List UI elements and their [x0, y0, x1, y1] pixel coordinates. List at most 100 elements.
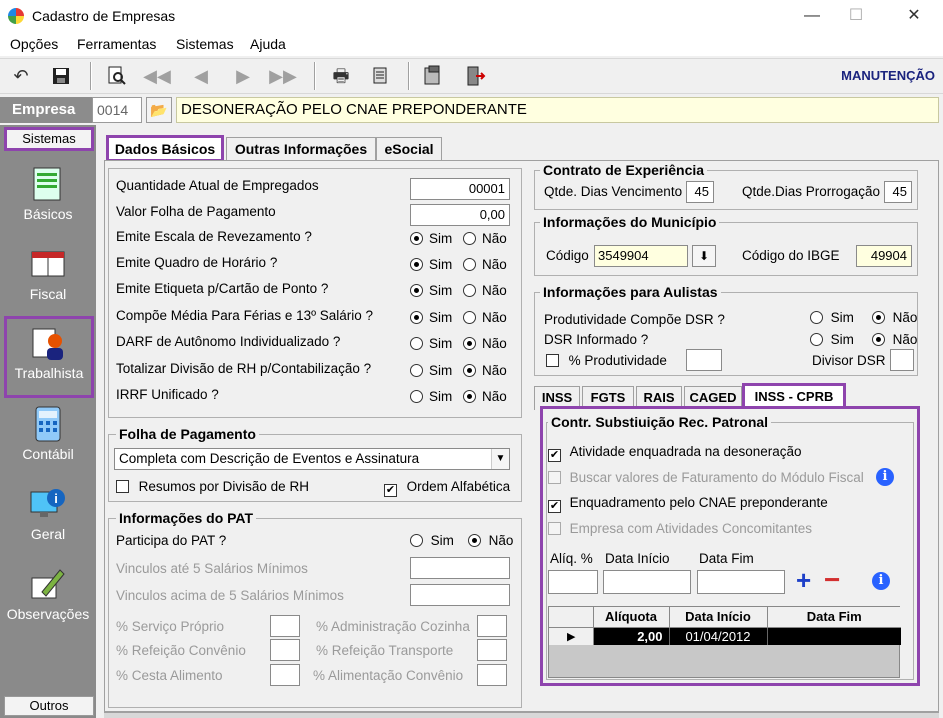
question-nao-radio[interactable]: Não: [463, 231, 507, 246]
preview-icon[interactable]: [102, 62, 132, 90]
save-icon[interactable]: [46, 62, 76, 90]
tab-esocial[interactable]: eSocial: [376, 137, 442, 161]
vinculos-ate-label: Vinculos até 5 Salários Mínimos: [116, 561, 308, 576]
next-record-icon[interactable]: ▶: [228, 62, 258, 90]
produtividade-sim-radio[interactable]: Sim: [810, 310, 854, 325]
radio-button: [410, 390, 423, 403]
divisor-dsr-input[interactable]: [890, 349, 914, 371]
pct-produtividade-input[interactable]: [686, 349, 722, 371]
pct-produtividade-checkbox[interactable]: % Produtividade: [546, 353, 667, 368]
folder-open-icon[interactable]: 📂: [146, 97, 172, 123]
sidebar-item-fiscal[interactable]: Fiscal: [0, 240, 96, 318]
sidebar-item-observacoes[interactable]: Observações: [0, 560, 96, 638]
opt-buscar-checkbox[interactable]: Buscar valores de Faturamento do Módulo …: [548, 470, 864, 485]
participa-sim-radio[interactable]: Sim: [410, 533, 454, 548]
radio-label: Não: [482, 257, 507, 272]
minimize-button[interactable]: —: [792, 4, 832, 28]
data-inicio-input[interactable]: [603, 570, 691, 594]
qtd-empregados-input[interactable]: 00001: [410, 178, 510, 200]
folha-select[interactable]: Completa com Descrição de Eventos e Assi…: [114, 448, 510, 470]
vinculos-acima-label: Vinculos acima de 5 Salários Mínimos: [116, 588, 344, 603]
prev-record-icon[interactable]: ◀: [186, 62, 216, 90]
cell-aliquota[interactable]: 2,00: [593, 627, 670, 645]
valor-folha-input[interactable]: 0,00: [410, 204, 510, 226]
sidebar-item-geral[interactable]: i Geral: [0, 480, 96, 558]
opt-concomitantes-checkbox[interactable]: Empresa com Atividades Concomitantes: [548, 521, 812, 536]
dsr-nao-radio[interactable]: Não: [872, 332, 917, 347]
ordem-alfabetica-checkbox[interactable]: ✔ Ordem Alfabética: [384, 479, 510, 497]
question-nao-radio[interactable]: Não: [463, 336, 507, 351]
stamp-icon[interactable]: [418, 62, 448, 90]
adm-cozinha-input[interactable]: [477, 615, 507, 637]
produtividade-nao-radio[interactable]: Não: [872, 310, 917, 325]
undo-icon[interactable]: ↶: [6, 62, 36, 90]
info-icon[interactable]: i: [876, 468, 894, 486]
question-nao-radio[interactable]: Não: [463, 310, 507, 325]
radio-button: [810, 311, 823, 324]
last-record-icon[interactable]: ▶▶: [268, 62, 298, 90]
checkbox-box: [548, 471, 561, 484]
cesta-input[interactable]: [270, 664, 300, 686]
opt-cnae-checkbox[interactable]: ✔ Enquadramento pelo CNAE preponderante: [548, 495, 828, 513]
servico-proprio-input[interactable]: [270, 615, 300, 637]
remove-icon[interactable]: −: [824, 566, 840, 594]
ibge-input[interactable]: 49904: [856, 245, 912, 267]
maximize-button[interactable]: ☐: [836, 4, 876, 28]
sidebar-item-trabalhista[interactable]: Trabalhista: [4, 316, 94, 398]
grid-header-data-inicio[interactable]: Data Início: [669, 607, 768, 628]
menu-ferramentas[interactable]: Ferramentas: [77, 36, 156, 52]
report-icon[interactable]: [366, 62, 396, 90]
tab-dados-basicos[interactable]: Dados Básicos: [106, 135, 224, 162]
grid-header-aliquota[interactable]: Alíquota: [593, 607, 670, 628]
close-button[interactable]: ✕: [894, 4, 934, 28]
opt-atividade-checkbox[interactable]: ✔ Atividade enquadrada na desoneração: [548, 444, 802, 462]
grid-header-data-fim[interactable]: Data Fim: [767, 607, 901, 628]
question-sim-radio[interactable]: Sim: [410, 363, 452, 378]
info-icon[interactable]: i: [872, 572, 890, 590]
codigo-input[interactable]: 3549904: [594, 245, 688, 267]
cell-data-inicio[interactable]: 01/04/2012: [669, 627, 768, 645]
sidebar-item-contabil[interactable]: Contábil: [0, 400, 96, 478]
download-arrow-icon[interactable]: ⬇: [692, 245, 716, 267]
question-sim-radio[interactable]: Sim: [410, 336, 452, 351]
venc-input[interactable]: 45: [686, 181, 714, 203]
question-nao-radio[interactable]: Não: [463, 363, 507, 378]
sidebar-item-basicos[interactable]: Básicos: [0, 160, 96, 238]
menu-ajuda[interactable]: Ajuda: [250, 36, 286, 52]
question-sim-radio[interactable]: Sim: [410, 231, 452, 246]
alim-convenio-input[interactable]: [477, 664, 507, 686]
sidebar-footer-outros[interactable]: Outros: [4, 696, 94, 716]
sidebar-header-sistemas[interactable]: Sistemas: [4, 127, 94, 151]
aliq-input[interactable]: [548, 570, 598, 594]
question-nao-radio[interactable]: Não: [463, 283, 507, 298]
menu-sistemas[interactable]: Sistemas: [176, 36, 234, 52]
question-nao-radio[interactable]: Não: [463, 257, 507, 272]
question-nao-radio[interactable]: Não: [463, 389, 507, 404]
add-icon[interactable]: +: [796, 566, 811, 594]
vinculos-acima-input[interactable]: [410, 584, 510, 606]
codigo-label: Código: [546, 248, 589, 263]
resumos-checkbox[interactable]: Resumos por Divisão de RH: [116, 479, 309, 494]
cell-data-fim[interactable]: [767, 627, 901, 645]
print-icon[interactable]: 🖶: [326, 62, 356, 90]
prorrog-input[interactable]: 45: [884, 181, 912, 203]
ref-convenio-input[interactable]: [270, 639, 300, 661]
first-record-icon[interactable]: ◀◀: [142, 62, 172, 90]
data-fim-input[interactable]: [697, 570, 785, 594]
exit-icon[interactable]: [460, 62, 490, 90]
empresa-code-input[interactable]: 0014: [92, 97, 142, 123]
question-sim-radio[interactable]: Sim: [410, 310, 452, 325]
radio-label: Sim: [429, 310, 453, 325]
question-sim-radio[interactable]: Sim: [410, 389, 452, 404]
question-sim-radio[interactable]: Sim: [410, 283, 452, 298]
table-row[interactable]: ▶ 2,00 01/04/2012: [549, 627, 901, 645]
question-sim-radio[interactable]: Sim: [410, 257, 452, 272]
radio-button: [410, 232, 423, 245]
radio-label: Não: [488, 533, 514, 548]
menu-opcoes[interactable]: Opções: [10, 36, 58, 52]
tab-outras-informacoes[interactable]: Outras Informações: [226, 137, 376, 161]
dsr-sim-radio[interactable]: Sim: [810, 332, 854, 347]
participa-nao-radio[interactable]: Não: [468, 533, 513, 548]
vinculos-ate-input[interactable]: [410, 557, 510, 579]
ref-transporte-input[interactable]: [477, 639, 507, 661]
